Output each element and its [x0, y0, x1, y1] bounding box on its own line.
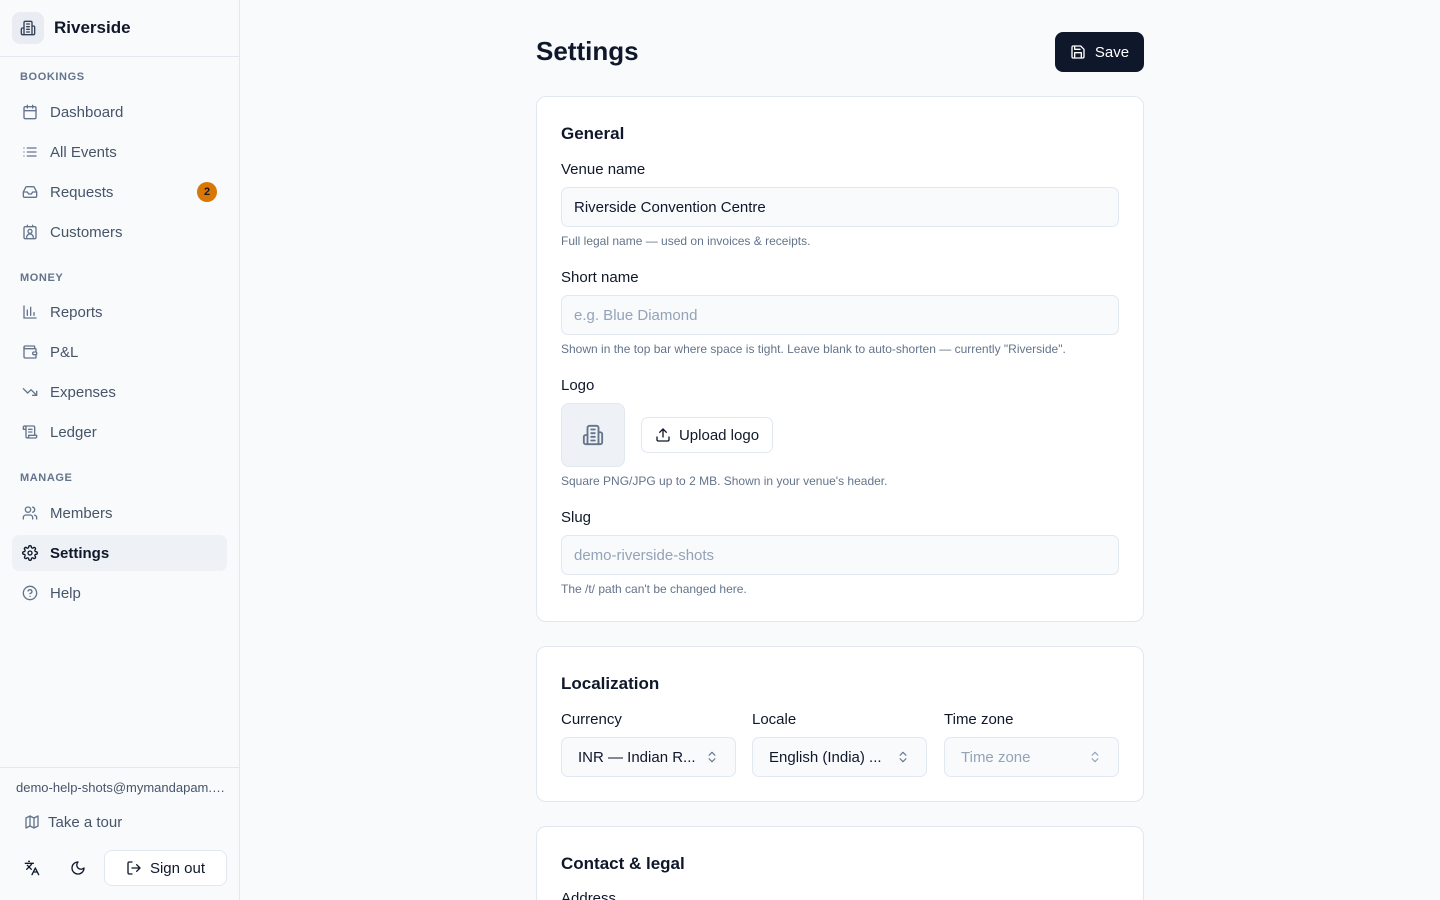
chevrons-up-down-icon: [1088, 750, 1102, 764]
short-name-input[interactable]: [561, 295, 1119, 335]
sidebar-item-label: Help: [50, 584, 81, 602]
locale-value: English (India) ...: [769, 748, 882, 766]
address-label: Address: [561, 890, 617, 900]
chevrons-up-down-icon: [705, 750, 719, 764]
brand[interactable]: Riverside: [0, 0, 239, 57]
moon-icon: [70, 860, 86, 876]
section-label-manage: MANAGE: [20, 472, 73, 484]
logo-label: Logo: [561, 377, 595, 394]
locale-select[interactable]: English (India) ...: [752, 737, 927, 777]
building-icon: [582, 424, 604, 446]
take-a-tour-label: Take a tour: [48, 813, 123, 831]
sidebar-item-members[interactable]: Members: [12, 495, 227, 531]
save-button[interactable]: Save: [1055, 32, 1144, 72]
localization-title: Localization: [561, 674, 660, 693]
section-label-bookings: BOOKINGS: [20, 71, 85, 83]
currency-value: INR — Indian R...: [578, 748, 696, 766]
sidebar-item-pnl[interactable]: P&L: [12, 334, 227, 370]
log-out-icon: [126, 860, 142, 876]
bar-chart-icon: [22, 304, 38, 320]
sidebar-item-requests[interactable]: Requests 2: [12, 174, 227, 210]
upload-logo-button[interactable]: Upload logo: [641, 417, 773, 453]
timezone-label: Time zone: [944, 711, 1014, 728]
contact-icon: [22, 224, 38, 240]
sidebar-item-settings[interactable]: Settings: [12, 535, 227, 571]
sidebar-item-help[interactable]: Help: [12, 575, 227, 611]
sidebar-item-dashboard[interactable]: Dashboard: [12, 94, 227, 130]
sidebar-item-label: Settings: [50, 544, 110, 562]
main-content: Settings Save General Venue name Full le…: [240, 0, 1440, 900]
list-icon: [22, 144, 38, 160]
users-icon: [22, 505, 38, 521]
currency-select[interactable]: INR — Indian R...: [561, 737, 736, 777]
contact-legal-title: Contact & legal: [561, 854, 685, 873]
trending-down-icon: [22, 384, 38, 400]
logo-hint: Square PNG/JPG up to 2 MB. Shown in your…: [561, 474, 888, 488]
upload-logo-label: Upload logo: [678, 426, 760, 444]
page-title: Settings: [536, 36, 639, 66]
slug-input: [561, 535, 1119, 575]
venue-name-hint: Full legal name — used on invoices & rec…: [561, 234, 811, 248]
translate-icon: [24, 860, 40, 876]
sidebar-item-expenses[interactable]: Expenses: [12, 374, 227, 410]
building-icon: [12, 12, 44, 44]
sidebar: Riverside BOOKINGS Dashboard All Events …: [0, 0, 240, 900]
save-label: Save: [1094, 43, 1130, 61]
wallet-icon: [22, 344, 38, 360]
sidebar-item-customers[interactable]: Customers: [12, 214, 227, 250]
contact-legal-card: Contact & legal Address: [536, 826, 1144, 900]
sidebar-item-reports[interactable]: Reports: [12, 294, 227, 330]
sidebar-item-label: Customers: [50, 223, 123, 241]
short-name-label: Short name: [561, 269, 639, 286]
timezone-select[interactable]: Time zone: [944, 737, 1119, 777]
take-a-tour-link[interactable]: Take a tour: [12, 806, 134, 838]
sidebar-item-all-events[interactable]: All Events: [12, 134, 227, 170]
slug-label: Slug: [561, 509, 592, 526]
sidebar-item-label: Expenses: [50, 383, 116, 401]
upload-icon: [655, 427, 671, 443]
sidebar-item-ledger[interactable]: Ledger: [12, 414, 227, 450]
sidebar-item-label: Ledger: [50, 423, 97, 441]
localization-card: Localization Currency INR — Indian R... …: [536, 646, 1144, 802]
sidebar-item-label: Members: [50, 504, 113, 522]
requests-count-badge: 2: [197, 182, 217, 202]
chevrons-up-down-icon: [896, 750, 910, 764]
currency-label: Currency: [561, 711, 622, 728]
inbox-icon: [22, 184, 38, 200]
short-name-hint: Shown in the top bar where space is tigh…: [561, 342, 1066, 356]
brand-name: Riverside: [54, 18, 131, 37]
sign-out-label: Sign out: [149, 859, 206, 877]
slug-hint: The /t/ path can't be changed here.: [561, 582, 747, 596]
sidebar-item-label: All Events: [50, 143, 117, 161]
help-circle-icon: [22, 585, 38, 601]
gear-icon: [22, 545, 38, 561]
general-card: General Venue name Full legal name — use…: [536, 96, 1144, 622]
logo-preview: [561, 403, 625, 467]
map-icon: [24, 814, 40, 830]
venue-name-label: Venue name: [561, 161, 646, 178]
sidebar-item-label: Reports: [50, 303, 103, 321]
save-icon: [1070, 44, 1086, 60]
language-toggle-button[interactable]: [16, 852, 48, 884]
sidebar-item-label: Dashboard: [50, 103, 124, 121]
venue-name-input[interactable]: [561, 187, 1119, 227]
sidebar-item-label: Requests: [50, 183, 114, 201]
general-title: General: [561, 124, 625, 143]
sidebar-footer-divider: [0, 767, 239, 768]
scroll-icon: [22, 424, 38, 440]
locale-label: Locale: [752, 711, 797, 728]
timezone-placeholder: Time zone: [961, 748, 1031, 766]
section-label-money: MONEY: [20, 272, 64, 284]
sidebar-item-label: P&L: [50, 343, 79, 361]
user-email: demo-help-shots@mymandapam.com: [16, 780, 226, 795]
theme-toggle-button[interactable]: [62, 852, 94, 884]
sign-out-button[interactable]: Sign out: [104, 850, 227, 886]
calendar-icon: [22, 104, 38, 120]
